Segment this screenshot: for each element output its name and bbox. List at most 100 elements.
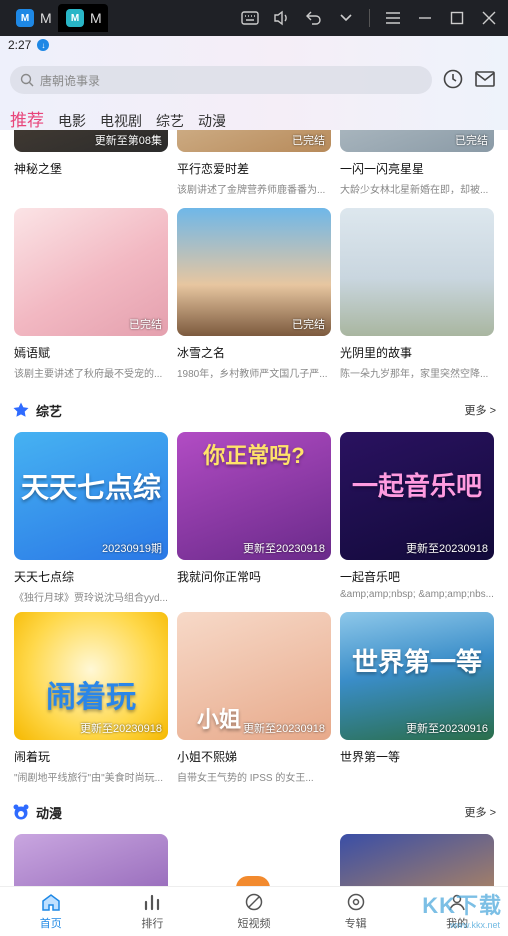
- app-icon: M: [16, 9, 34, 27]
- poster-art-text: 世界第一等: [351, 647, 482, 677]
- nav-album-label: 专辑: [344, 918, 367, 930]
- nav-album[interactable]: 专辑: [305, 887, 407, 936]
- emulator-titlebar: M M M M: [0, 0, 508, 36]
- episode-badge: 已完结: [129, 319, 162, 331]
- content-feed[interactable]: 更新至第08集 神秘之堡 已完结 平行恋爱时差 该剧讲述了金牌营养师鹿番番为..…: [0, 130, 508, 886]
- poster-image: 已完结: [14, 208, 168, 336]
- tab-anime[interactable]: 动漫: [198, 111, 226, 131]
- nav-ranking[interactable]: 排行: [102, 887, 204, 936]
- poster-art-text: 天天七点综: [20, 472, 161, 503]
- section-title: 综艺: [36, 403, 63, 419]
- episode-badge: 更新至20230918: [243, 543, 325, 555]
- media-card[interactable]: 天天七点综 20230919期 天天七点综 《独行月球》贾玲说沈马组合yyd..…: [14, 432, 168, 604]
- episode-badge: 已完结: [455, 135, 488, 147]
- episode-badge: 更新至第08集: [94, 135, 162, 147]
- card-description: 《独行月球》贾玲说沈马组合yyd...: [14, 593, 168, 604]
- poster-art-text: 小姐: [197, 707, 242, 732]
- card-title: 世界第一等: [340, 750, 401, 764]
- close-icon[interactable]: [480, 9, 498, 27]
- search-icon: [20, 73, 34, 87]
- card-title: 我就问你正常吗: [177, 570, 262, 584]
- menu-icon[interactable]: [384, 9, 402, 27]
- minimize-icon[interactable]: [416, 9, 434, 27]
- poster-image: [340, 208, 494, 336]
- card-description: &amp;amp;nbsp; &amp;amp;nbs...: [340, 589, 494, 600]
- history-icon[interactable]: [442, 68, 464, 90]
- status-time: 2:27: [8, 38, 32, 52]
- section-title: 动漫: [36, 805, 63, 821]
- episode-badge: 已完结: [292, 319, 325, 331]
- media-card[interactable]: 更新至第08集 神秘之堡: [14, 130, 168, 177]
- section-header-anime: 动漫 更多 >: [12, 802, 496, 822]
- notification-icon: ↓: [37, 39, 50, 51]
- tab-movies[interactable]: 电影: [58, 111, 86, 131]
- app-icon: M: [66, 9, 84, 27]
- window-tab-2[interactable]: M M: [58, 4, 108, 32]
- card-title: 光阴里的故事: [340, 346, 413, 360]
- card-title: 嫣语赋: [14, 346, 51, 360]
- back-icon[interactable]: [305, 9, 323, 27]
- poster-image: 你正常吗? 更新至20230918: [177, 432, 331, 560]
- nav-home-label: 首页: [39, 918, 62, 930]
- star-icon: [13, 402, 29, 417]
- search-placeholder: 唐朝诡事录: [40, 73, 101, 88]
- media-card[interactable]: 已完结 嫣语赋 该剧主要讲述了秋府最不受宠的...: [14, 208, 168, 380]
- card-title: 闹着玩: [14, 750, 51, 764]
- card-title: 平行恋爱时差: [177, 162, 250, 176]
- episode-badge: 更新至20230918: [80, 723, 162, 735]
- poster-image: 已完结: [177, 130, 331, 152]
- poster-image: [340, 834, 494, 886]
- poster-image: 天天七点综 20230919期: [14, 432, 168, 560]
- card-title: 一起音乐吧: [340, 570, 401, 584]
- home-icon: [42, 894, 60, 911]
- app-header: 2:27 ↓ 唐朝诡事录 推荐 电影 电视剧 综艺 动漫: [0, 36, 508, 136]
- keyboard-icon[interactable]: [241, 9, 259, 27]
- card-title: 小姐不熙娣: [177, 750, 238, 764]
- poster-image: 已完结: [340, 130, 494, 152]
- window-tab-1[interactable]: M M: [8, 4, 56, 32]
- media-card[interactable]: [14, 834, 168, 886]
- poster-image: 闹着玩 更新至20230918: [14, 612, 168, 740]
- media-card[interactable]: 一起音乐吧 更新至20230918 一起音乐吧 &amp;amp;nbsp; &…: [340, 432, 494, 600]
- chevron-down-icon[interactable]: [337, 9, 355, 27]
- media-card[interactable]: 光阴里的故事 陈一朵九岁那年，家里突然空降...: [340, 208, 494, 380]
- section-header-variety: 综艺 更多 >: [12, 400, 496, 420]
- volume-icon[interactable]: [273, 9, 291, 27]
- maximize-icon[interactable]: [448, 9, 466, 27]
- media-card[interactable]: [340, 834, 494, 886]
- card-description: 自带女王气势的 IPSS 的女王...: [177, 773, 314, 784]
- album-icon: [347, 893, 364, 911]
- poster-art-text: 闹着玩: [46, 681, 136, 714]
- poster-image: 小姐 更新至20230918: [177, 612, 331, 740]
- more-link[interactable]: 更多 >: [465, 402, 496, 418]
- media-card[interactable]: 世界第一等 更新至20230916 世界第一等: [340, 612, 494, 765]
- mail-icon[interactable]: [474, 68, 496, 90]
- watermark-url: www.kkx.net: [449, 920, 500, 930]
- ranking-icon: [145, 894, 160, 911]
- poster-art-text: 你正常吗?: [203, 443, 305, 468]
- window-tab-2-label: M: [90, 10, 102, 26]
- media-card[interactable]: 小姐 更新至20230918 小姐不熙娣 自带女王气势的 IPSS 的女王...: [177, 612, 331, 784]
- nav-home[interactable]: 首页: [0, 887, 102, 936]
- tab-tv-series[interactable]: 电视剧: [100, 111, 142, 131]
- tab-recommend[interactable]: 推荐: [10, 106, 44, 136]
- poster-image: 一起音乐吧 更新至20230918: [340, 432, 494, 560]
- poster-image: 已完结: [177, 208, 331, 336]
- episode-badge: 更新至20230916: [406, 723, 488, 735]
- status-bar: 2:27 ↓: [8, 38, 50, 52]
- category-tabs: 推荐 电影 电视剧 综艺 动漫: [10, 106, 226, 136]
- window-tab-1-label: M: [40, 10, 52, 26]
- card-description: "闹剧地平线旅行"由"美食时尚玩...: [14, 773, 163, 784]
- media-card[interactable]: 已完结 冰雪之名 1980年，乡村教师严文国几子严...: [177, 208, 331, 380]
- more-link[interactable]: 更多 >: [465, 804, 496, 820]
- tab-variety[interactable]: 综艺: [156, 111, 184, 131]
- media-card[interactable]: 闹着玩 更新至20230918 闹着玩 "闹剧地平线旅行"由"美食时尚玩...: [14, 612, 168, 784]
- divider: [369, 9, 370, 27]
- watermark-logo: KK下载: [422, 893, 502, 918]
- nav-short-video[interactable]: 短视频: [203, 887, 305, 936]
- media-card[interactable]: 你正常吗? 更新至20230918 我就问你正常吗: [177, 432, 331, 585]
- episode-badge: 已完结: [292, 135, 325, 147]
- media-card[interactable]: 已完结 平行恋爱时差 该剧讲述了金牌营养师鹿番番为...: [177, 130, 331, 196]
- search-bar[interactable]: 唐朝诡事录: [10, 66, 432, 94]
- media-card[interactable]: 已完结 一闪一闪亮星星 大龄少女林北星新婚在即，却被...: [340, 130, 494, 196]
